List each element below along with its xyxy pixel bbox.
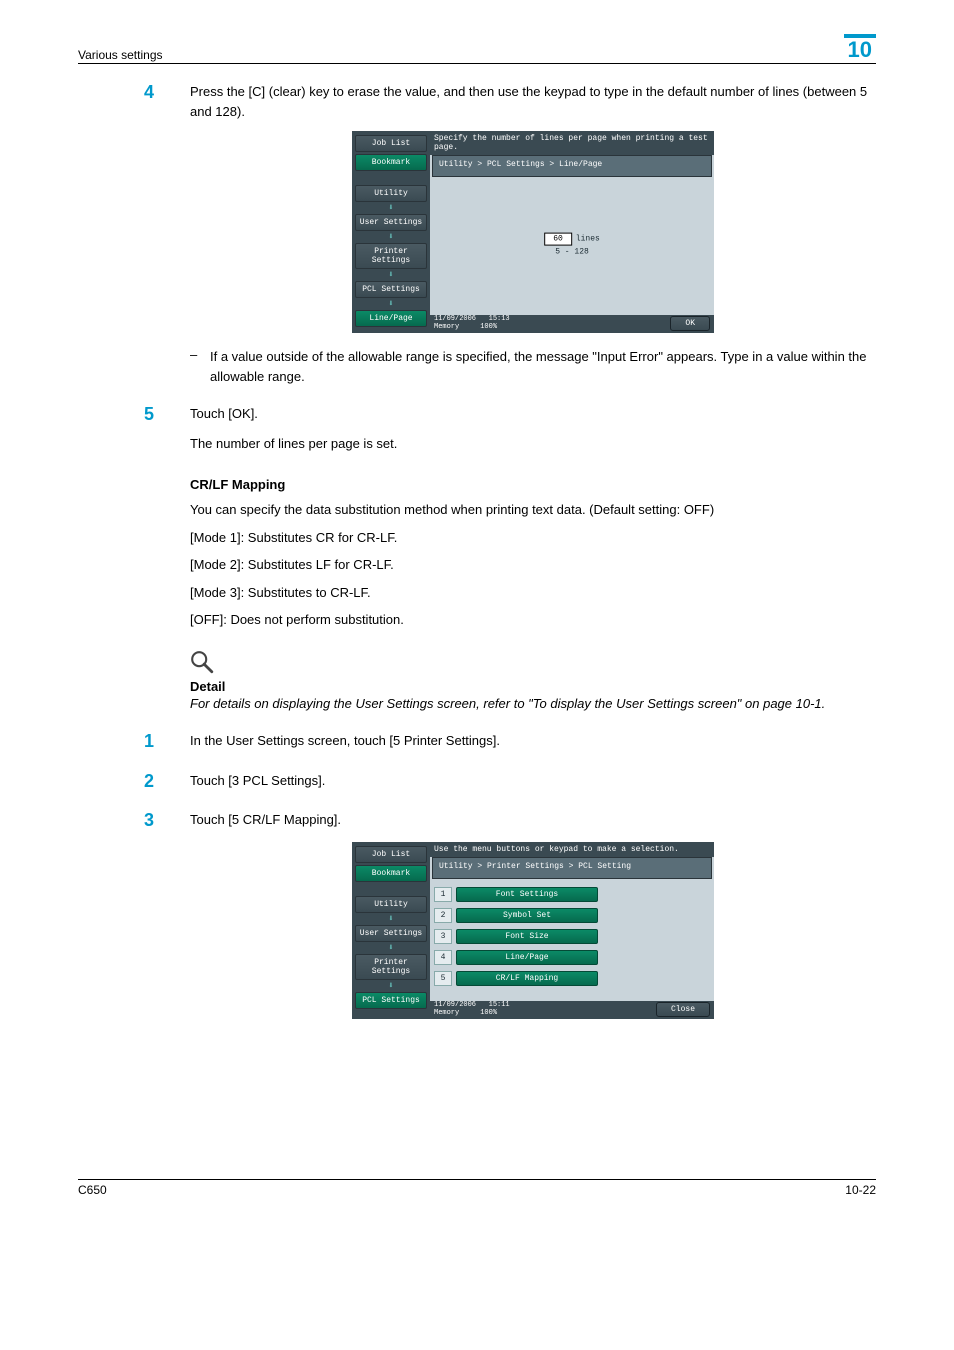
ss-menu-label: Symbol Set: [456, 908, 598, 923]
step-text: In the User Settings screen, touch [5 Pr…: [190, 731, 876, 753]
dash-bullet: –: [190, 347, 210, 386]
ss-menu-label: Font Size: [456, 929, 598, 944]
down-arrow-icon: ⬇: [388, 203, 393, 213]
step-text: Press the [C] (clear) key to erase the v…: [190, 82, 876, 121]
step-text: Touch [3 PCL Settings].: [190, 771, 876, 793]
ss-menu-number: 4: [434, 950, 452, 965]
ss-menu-label: Font Settings: [456, 887, 598, 902]
ss-printer-settings-button[interactable]: Printer Settings: [355, 243, 427, 269]
down-arrow-icon: ⬇: [388, 914, 393, 924]
ss-menu-number: 1: [434, 887, 452, 902]
down-arrow-icon: ⬇: [388, 981, 393, 991]
ss-breadcrumb: Utility > PCL Settings > Line/Page: [432, 155, 712, 177]
ss-utility-button[interactable]: Utility: [355, 185, 427, 202]
step-text: Touch [OK].: [190, 404, 876, 426]
ss-menu-item[interactable]: 4 Line/Page: [434, 950, 710, 965]
ss-range-label: 5 - 128: [555, 248, 589, 257]
ss-menu-label: Line/Page: [456, 950, 598, 965]
ss-menu-label: CR/LF Mapping: [456, 971, 598, 986]
crlf-mode3: [Mode 3]: Substitutes to CR-LF.: [78, 583, 876, 603]
ss-line-page-button[interactable]: Line/Page: [355, 310, 427, 327]
printer-screenshot-pclsetting: Job List Bookmark Utility ⬇ User Setting…: [352, 842, 714, 1019]
ss-pcl-settings-button[interactable]: PCL Settings: [355, 281, 427, 298]
down-arrow-icon: ⬇: [388, 299, 393, 309]
detail-heading: Detail: [190, 679, 876, 694]
ss-menu-number: 3: [434, 929, 452, 944]
step-result-text: The number of lines per page is set.: [190, 434, 876, 454]
ss-unit-label: lines: [576, 235, 600, 244]
down-arrow-icon: ⬇: [388, 232, 393, 242]
ss-user-settings-button[interactable]: User Settings: [355, 925, 427, 942]
detail-text: For details on displaying the User Setti…: [190, 694, 876, 714]
ss-pcl-settings-button[interactable]: PCL Settings: [355, 992, 427, 1009]
ss-breadcrumb: Utility > Printer Settings > PCL Setting: [432, 857, 712, 879]
ss-menu-item[interactable]: 5 CR/LF Mapping: [434, 971, 710, 986]
ss-lines-input[interactable]: 60: [544, 233, 572, 246]
footer-page-number: 10-22: [845, 1183, 876, 1197]
ss-ok-button[interactable]: OK: [670, 316, 710, 331]
step-number: 3: [144, 810, 190, 832]
ss-menu-item[interactable]: 2 Symbol Set: [434, 908, 710, 923]
ss-footer-info: 11/09/2006 15:13 Memory 100%: [434, 316, 670, 331]
step-number: 5: [144, 404, 190, 426]
footer-model: C650: [78, 1183, 107, 1197]
printer-screenshot-linepage: Job List Bookmark Utility ⬇ User Setting…: [352, 131, 714, 333]
crlf-heading: CR/LF Mapping: [78, 477, 876, 492]
crlf-off: [OFF]: Does not perform substitution.: [78, 610, 876, 630]
ss-bookmark-button[interactable]: Bookmark: [355, 865, 427, 882]
ss-job-list-button[interactable]: Job List: [355, 846, 427, 863]
ss-menu-item[interactable]: 3 Font Size: [434, 929, 710, 944]
chapter-number: 10: [844, 34, 876, 62]
page-header: Various settings 10: [78, 34, 876, 64]
down-arrow-icon: ⬇: [388, 270, 393, 280]
step-text: Touch [5 CR/LF Mapping].: [190, 810, 876, 832]
section-title: Various settings: [78, 48, 163, 62]
magnifier-icon: [188, 648, 216, 676]
ss-bookmark-button[interactable]: Bookmark: [355, 154, 427, 171]
step-number: 1: [144, 731, 190, 753]
ss-utility-button[interactable]: Utility: [355, 896, 427, 913]
ss-instruction-text: Specify the number of lines per page whe…: [430, 131, 714, 155]
crlf-mode1: [Mode 1]: Substitutes CR for CR-LF.: [78, 528, 876, 548]
ss-printer-settings-button[interactable]: Printer Settings: [355, 954, 427, 980]
step-number: 4: [144, 82, 190, 121]
crlf-mode2: [Mode 2]: Substitutes LF for CR-LF.: [78, 555, 876, 575]
crlf-intro: You can specify the data substitution me…: [78, 500, 876, 520]
step-note-text: If a value outside of the allowable rang…: [210, 347, 876, 386]
ss-footer-info: 11/09/2006 15:11 Memory 100%: [434, 1002, 656, 1017]
down-arrow-icon: ⬇: [388, 943, 393, 953]
ss-instruction-text: Use the menu buttons or keypad to make a…: [430, 842, 714, 857]
page-footer: C650 10-22: [78, 1179, 876, 1197]
ss-menu-number: 2: [434, 908, 452, 923]
ss-job-list-button[interactable]: Job List: [355, 135, 427, 152]
ss-user-settings-button[interactable]: User Settings: [355, 214, 427, 231]
ss-menu-number: 5: [434, 971, 452, 986]
step-number: 2: [144, 771, 190, 793]
ss-close-button[interactable]: Close: [656, 1002, 710, 1017]
ss-menu-item[interactable]: 1 Font Settings: [434, 887, 710, 902]
